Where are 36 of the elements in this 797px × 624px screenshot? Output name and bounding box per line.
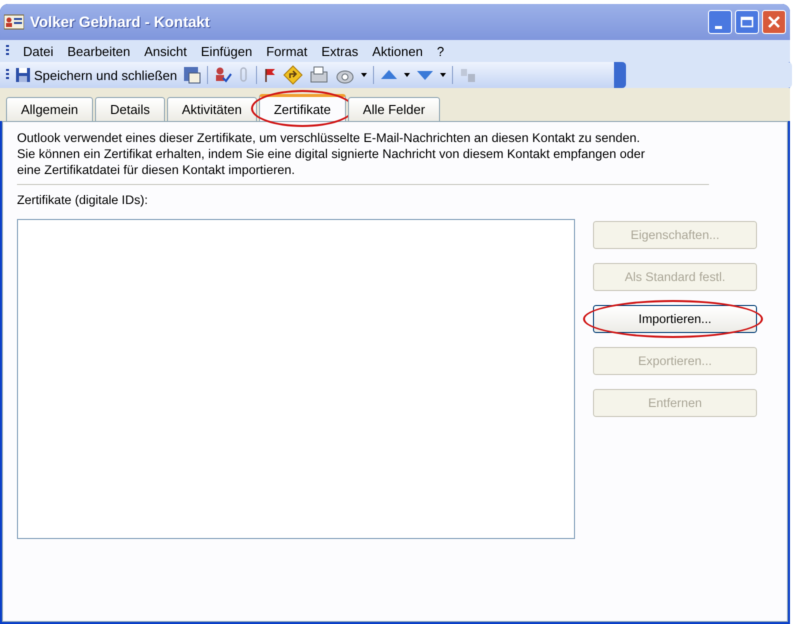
diamond-arrow-icon[interactable]: [283, 65, 304, 85]
minimize-button[interactable]: [708, 10, 732, 34]
up-arrow-icon[interactable]: [380, 68, 398, 82]
contact-check-icon[interactable]: [214, 66, 232, 84]
close-button[interactable]: [762, 10, 786, 34]
menu-item[interactable]: Datei: [23, 44, 54, 58]
dropdown-caret-icon[interactable]: [440, 73, 446, 77]
menu-item[interactable]: Extras: [321, 44, 358, 58]
close-icon: [767, 15, 781, 29]
maximize-button[interactable]: [735, 10, 759, 34]
dropdown-caret-icon[interactable]: [361, 73, 368, 77]
menu-item[interactable]: Format: [266, 44, 308, 58]
menu-item[interactable]: ?: [436, 44, 444, 58]
menu-item[interactable]: Aktionen: [372, 44, 423, 58]
tab[interactable]: Details: [95, 97, 165, 121]
save-close-button[interactable]: Speichern und schließen: [15, 67, 178, 83]
tab[interactable]: Aktivitäten: [166, 97, 257, 121]
contact-card-icon: [4, 14, 24, 30]
menu-item[interactable]: Ansicht: [144, 44, 187, 58]
tab[interactable]: Alle Felder: [348, 97, 440, 121]
minimize-icon: [714, 26, 722, 28]
action-button[interactable]: Importieren...: [593, 305, 757, 333]
description-text: Outlook verwendet eines dieser Zertifikate, um verschlüsselte E-Mail-Nachrichten an diesen Kontakt zu senden. Sie können ein Zertifikat erhalten, indem Sie eine digital signierte Nachricht von diesem Kontakt empfangen oder eine Zertifikatdatei für diesen Kontakt importieren.: [17, 130, 646, 178]
menu-item[interactable]: Einfügen: [200, 44, 252, 58]
maximize-icon: [740, 16, 754, 28]
down-arrow-icon[interactable]: [416, 68, 434, 82]
tab[interactable]: Zertifikate: [258, 94, 346, 121]
flag-icon[interactable]: [263, 66, 278, 84]
menu-item[interactable]: Bearbeiten: [67, 44, 130, 58]
dropdown-caret-icon[interactable]: [404, 73, 410, 77]
save-card-icon[interactable]: [183, 66, 202, 84]
tab[interactable]: Allgemein: [6, 97, 94, 121]
list-label: Zertifikate (digitale IDs):: [17, 193, 149, 207]
menu-grip-icon: [6, 45, 9, 57]
window-title: Volker Gebhard - Kontakt: [30, 14, 210, 30]
toolbar-grip-icon: [6, 69, 9, 81]
